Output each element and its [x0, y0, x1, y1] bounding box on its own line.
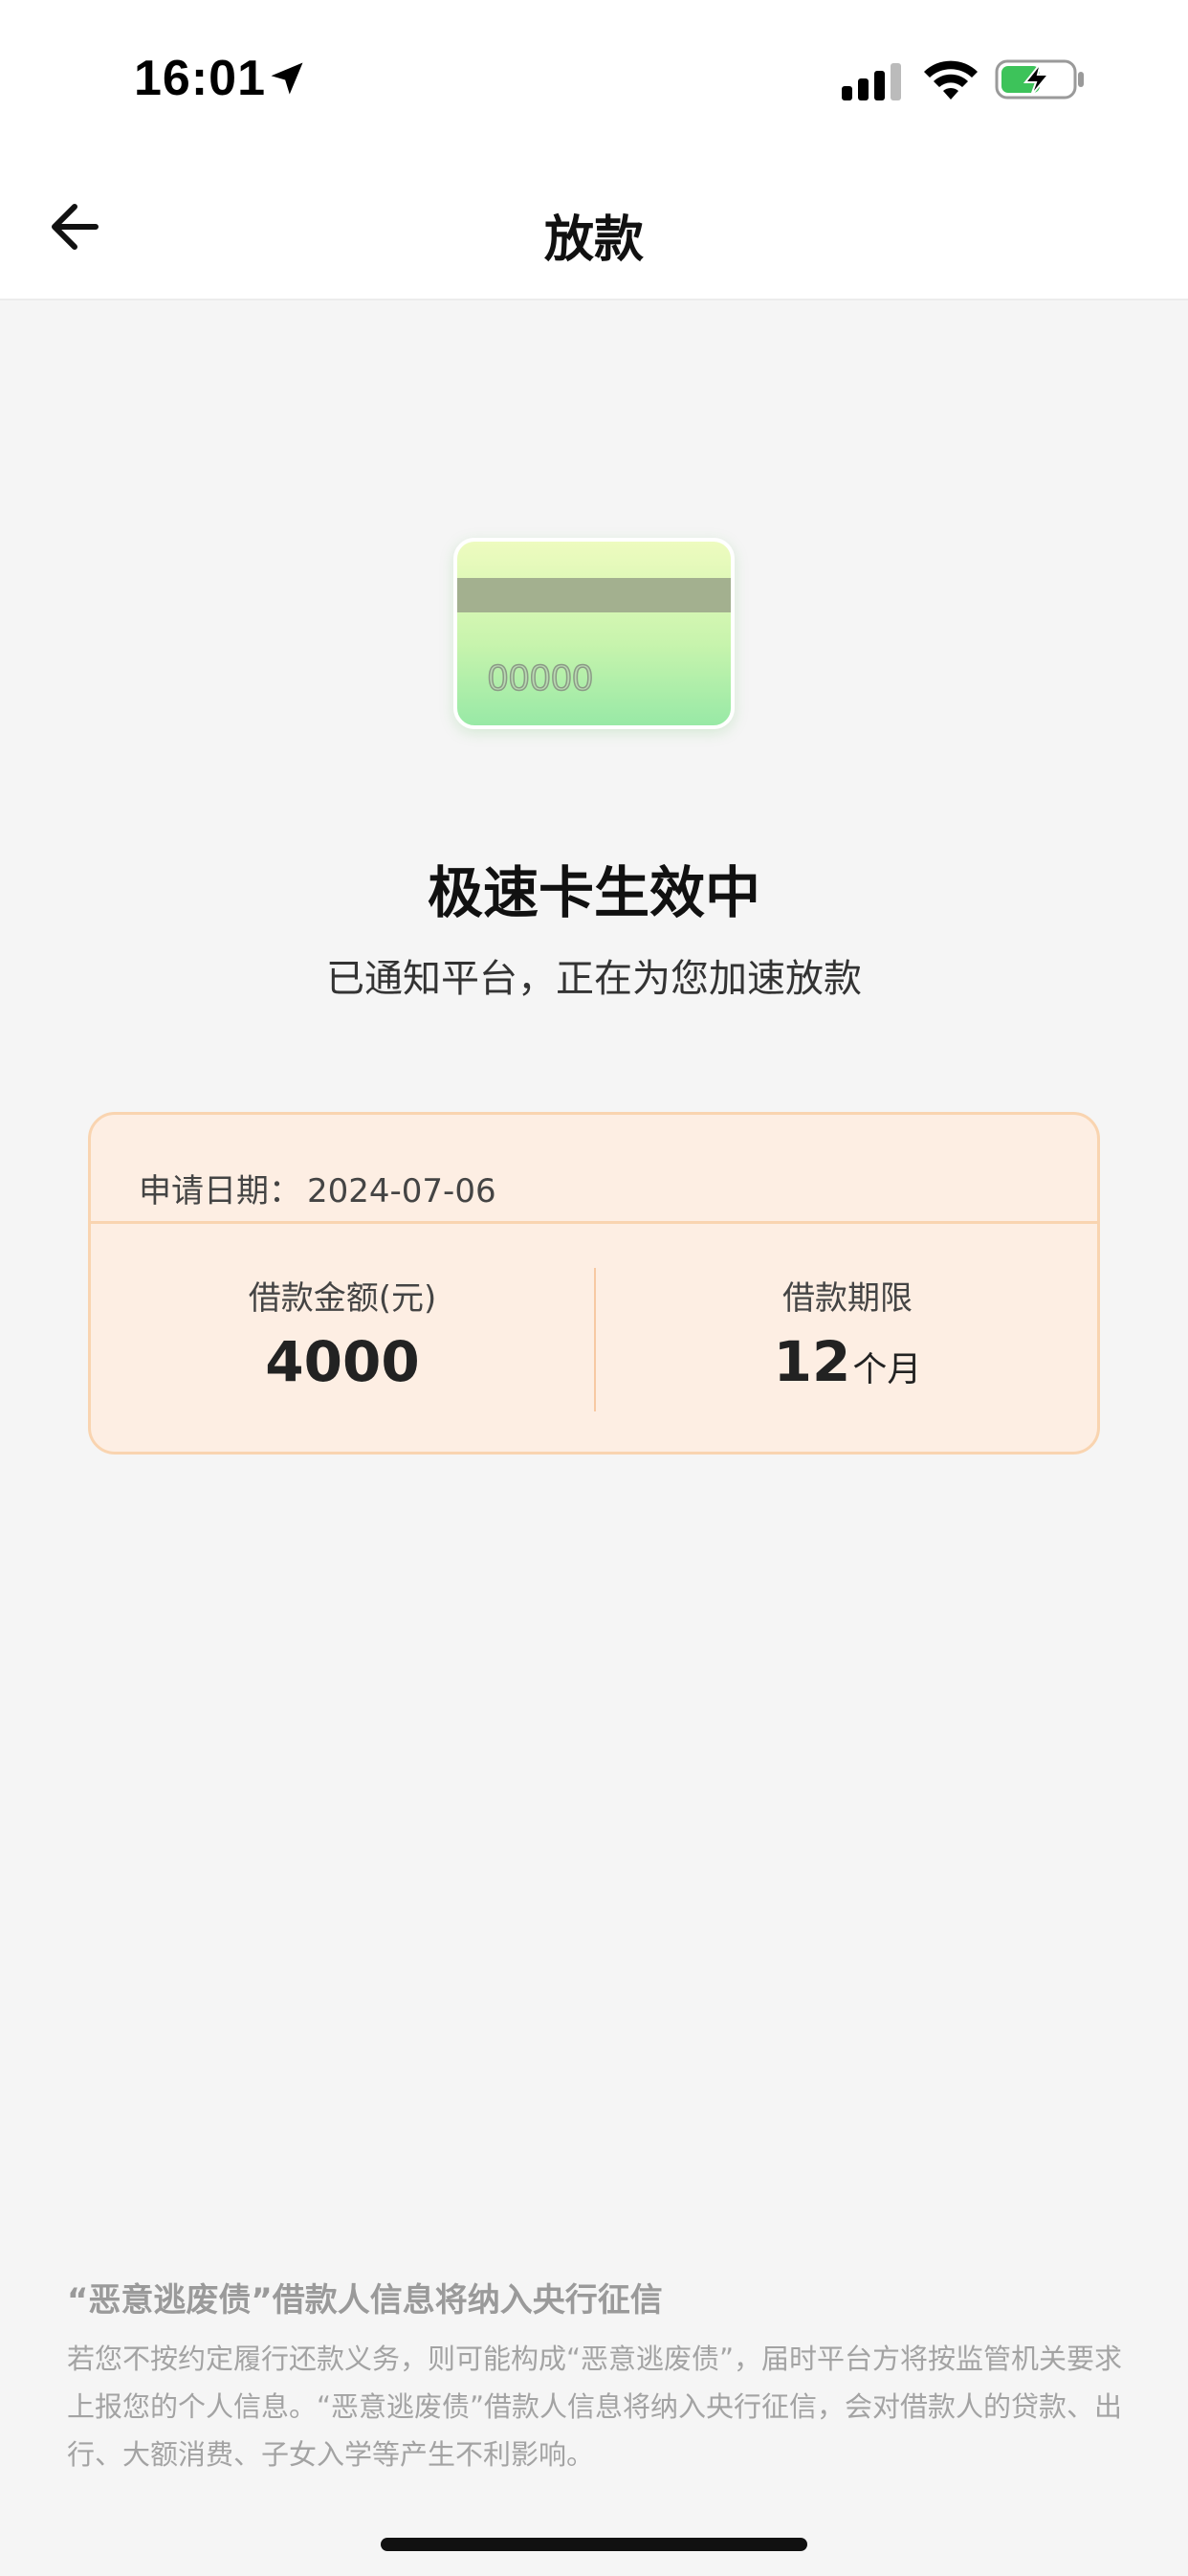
loan-term-value-wrap: 12个月 [596, 1329, 1099, 1394]
loan-info-card: 申请日期： 2024-07-06 借款金额(元) 4000 借款期限 12个月 [88, 1112, 1100, 1455]
loan-term-unit: 个月 [852, 1350, 922, 1389]
wifi-icon [924, 60, 978, 100]
page-title: 放款 [543, 211, 644, 269]
speed-card-illustration: 00000 [453, 538, 735, 729]
notice-title: “恶意逃废债”借款人信息将纳入央行征信 [67, 2281, 663, 2320]
apply-date-label: 申请日期： [139, 1172, 301, 1210]
loan-term-label: 借款期限 [782, 1279, 913, 1318]
loan-term-value: 12 [773, 1329, 851, 1394]
loan-amount-label: 借款金额(元) [248, 1279, 437, 1318]
notice-text: 若您不按约定履行还款义务，则可能构成“恶意逃废债”，届时平台方将按监管机关要求上… [67, 2343, 1123, 2471]
navigation-bar: 放款 [0, 153, 1188, 300]
loan-disbursement-page: 16:01 放款 00000 极速卡生效中 已通知平台，正在为您加速放款 申请日… [0, 0, 1188, 2576]
home-indicator[interactable] [381, 2538, 807, 2551]
status-title: 极速卡生效中 [427, 860, 760, 925]
status-time: 16:01 [134, 51, 266, 106]
battery-charging-icon [995, 59, 1084, 100]
apply-date-value: 2024-07-06 [307, 1172, 496, 1210]
loan-amount-value: 4000 [265, 1329, 420, 1394]
status-bar: 16:01 [0, 0, 1188, 153]
location-arrow-icon [271, 62, 303, 95]
loan-amount-column: 借款金额(元) 4000 [91, 1224, 594, 1457]
status-subtitle: 已通知平台，正在为您加速放款 [326, 957, 862, 1001]
apply-date-row: 申请日期： 2024-07-06 [91, 1115, 1097, 1224]
card-magnetic-stripe [457, 578, 731, 612]
cellular-signal-icon [842, 63, 901, 100]
card-number: 00000 [487, 657, 594, 700]
loan-term-column: 借款期限 12个月 [596, 1224, 1099, 1457]
